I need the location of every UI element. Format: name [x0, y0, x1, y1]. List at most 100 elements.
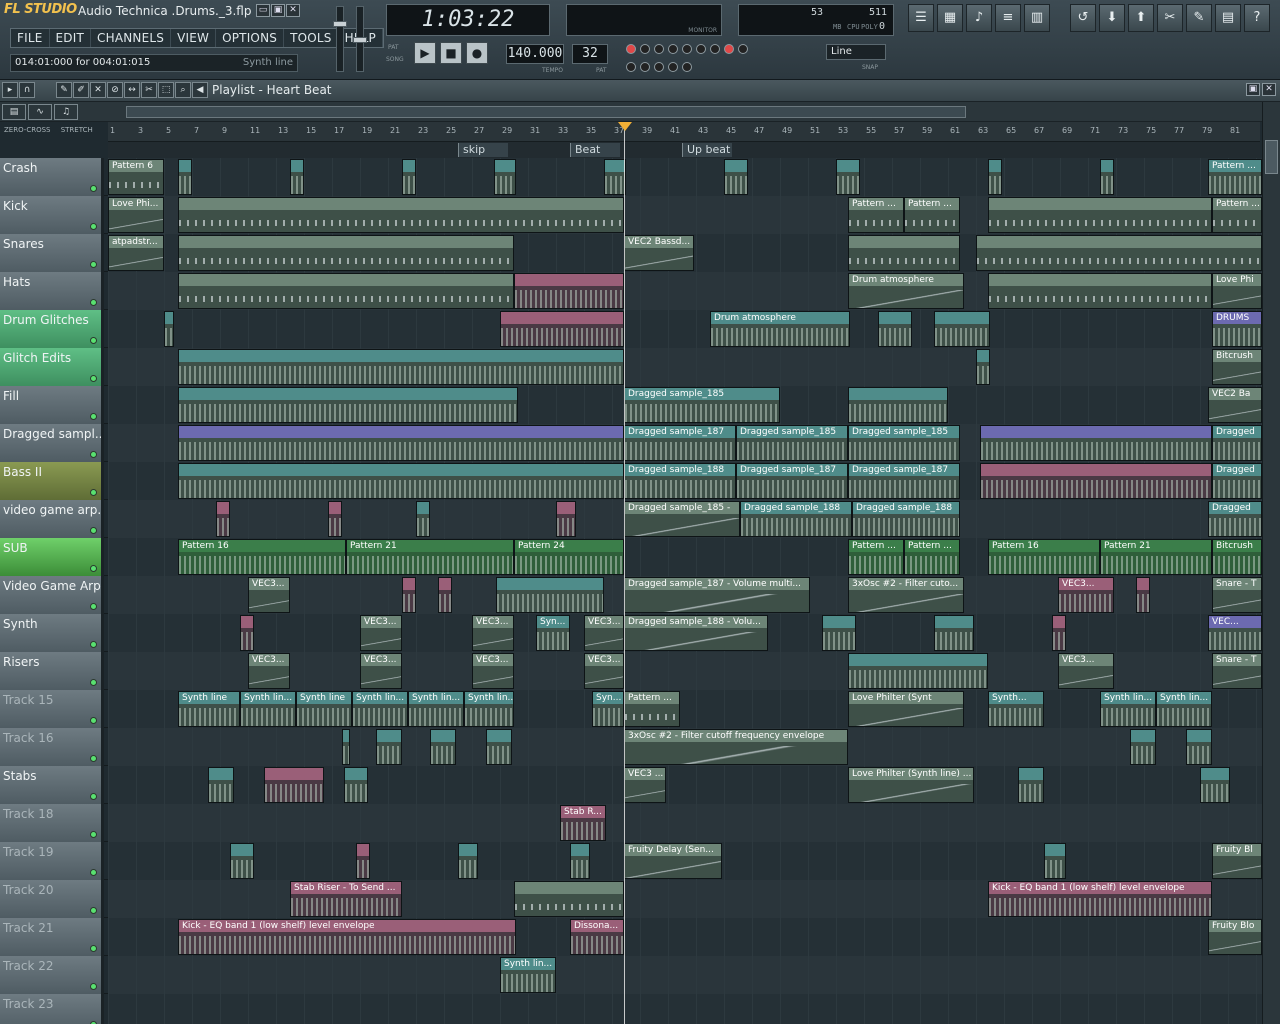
magnet-icon[interactable]: ∩ — [19, 82, 35, 98]
pattern-display[interactable]: 32 — [572, 44, 608, 64]
playlist-clip[interactable]: Kick - EQ band 1 (low shelf) level envel… — [178, 919, 516, 955]
track-mute-led[interactable] — [90, 413, 97, 420]
playlist-clip[interactable] — [216, 501, 230, 537]
timeline-ruler[interactable]: 1 3 5 7 9 11 13 15 17 19 21 23 25 27 29 31 33 35 37 39 41 43 4… — [108, 122, 1260, 142]
playlist-clip[interactable]: Fruity Delay (Sen... — [624, 843, 722, 879]
playlist-clip[interactable] — [988, 273, 1212, 309]
playlist-clip[interactable] — [980, 425, 1212, 461]
stretch-label[interactable]: STRETCH — [61, 126, 93, 134]
delete-icon[interactable]: ✕ — [90, 82, 106, 98]
step-sequencer-icon[interactable]: ▦ — [937, 4, 963, 32]
help-icon[interactable]: ? — [1244, 4, 1270, 32]
track-lane[interactable]: VEC3... Dragged sample_187 - Volume multi… — [108, 576, 1262, 614]
playlist-clip[interactable]: Dragged sample_188 — [852, 501, 960, 537]
playlist-clip[interactable]: Pattern ... — [904, 539, 960, 575]
volume-knob[interactable] — [333, 21, 347, 27]
playlist-clip[interactable] — [976, 235, 1262, 271]
playlist-clip[interactable]: Synth line — [178, 691, 240, 727]
playlist-clip[interactable] — [178, 387, 518, 423]
playlist-clip[interactable]: Synth lin... — [1156, 691, 1212, 727]
playlist-clip[interactable]: Pattern 16 — [988, 539, 1100, 575]
playlist-clip[interactable] — [458, 843, 478, 879]
punch-led[interactable] — [668, 62, 678, 72]
track-mute-led[interactable] — [90, 907, 97, 914]
playlist-clip[interactable] — [1136, 577, 1150, 613]
track-mute-led[interactable] — [90, 831, 97, 838]
playlist-horizontal-scrollbar[interactable] — [0, 102, 1280, 122]
track-lane[interactable]: Dragged sample_188 Dragged sample_187 Drag… — [108, 462, 1262, 500]
slice-icon[interactable]: ✂ — [141, 82, 157, 98]
playlist-clip[interactable] — [1186, 729, 1212, 765]
track-mute-led[interactable] — [90, 337, 97, 344]
playlist-clip[interactable]: Snare - T — [1212, 577, 1262, 613]
browser-icon[interactable]: ≡ — [995, 4, 1021, 32]
playlist-clip[interactable] — [342, 729, 350, 765]
playlist-clip[interactable]: Pattern 21 — [346, 539, 514, 575]
playlist-clip[interactable]: Dragged sample_187 — [624, 425, 736, 461]
playlist-clip[interactable] — [556, 501, 576, 537]
playlist-clip[interactable] — [514, 273, 624, 309]
pencil-icon[interactable]: ✎ — [56, 82, 72, 98]
typing-kbd-led[interactable] — [640, 44, 650, 54]
playlist-clip[interactable]: Dragged sample_185 - — [624, 501, 740, 537]
playhead-marker[interactable] — [618, 122, 632, 131]
track-mute-led[interactable] — [90, 451, 97, 458]
playlist-clip[interactable]: VEC3... — [1058, 653, 1114, 689]
playlist-clip[interactable]: VEC... — [1208, 615, 1262, 651]
track-name[interactable]: Track 18 — [0, 804, 104, 842]
track-name[interactable]: Track 20 — [0, 880, 104, 918]
select-icon[interactable]: ⬚ — [158, 82, 174, 98]
undo-icon[interactable]: ↺ — [1070, 4, 1096, 32]
playlist-clip[interactable]: Stab R... — [560, 805, 606, 841]
playlist-clip[interactable]: Stab Riser - To Send ... — [290, 881, 402, 917]
playlist-clip[interactable]: Fruity Bl — [1212, 843, 1262, 879]
playlist-clip[interactable]: atpadstr... — [108, 235, 164, 271]
track-lane[interactable]: Bitcrush — [108, 348, 1262, 386]
track-mute-led[interactable] — [90, 375, 97, 382]
track-name[interactable]: Track 16 — [0, 728, 104, 766]
playlist-clip[interactable] — [178, 463, 624, 499]
master-volume-slider[interactable] — [333, 6, 347, 72]
playlist-clip[interactable] — [178, 159, 192, 195]
track-lane[interactable]: VEC3 ... Love Philter (Synth line) ... — [108, 766, 1262, 804]
track-mute-led[interactable] — [90, 565, 97, 572]
track-name[interactable]: Dragged sampl... — [0, 424, 104, 462]
audio-mode-icon[interactable]: ∿ — [28, 104, 52, 120]
track-lane[interactable]: atpadstr... VEC2 Bassd... — [108, 234, 1262, 272]
track-lane[interactable]: Dragged sample_185 VEC2 Ba — [108, 386, 1262, 424]
track-name[interactable]: Track 15 — [0, 690, 104, 728]
playlist-clip[interactable] — [1052, 615, 1066, 651]
playlist-clip[interactable] — [486, 729, 512, 765]
track-name[interactable]: Hats — [0, 272, 104, 310]
overdub-led[interactable] — [654, 62, 664, 72]
playlist-clip[interactable] — [496, 577, 604, 613]
playlist-clip[interactable]: Dragged — [1212, 425, 1262, 461]
playlist-clip[interactable]: VEC3... — [360, 653, 402, 689]
blend-led[interactable] — [696, 44, 706, 54]
playlist-clip[interactable]: Pattern ... — [848, 539, 904, 575]
hscroll-thumb[interactable] — [126, 106, 966, 118]
playlist-clip[interactable]: Synth lin... — [464, 691, 514, 727]
step-edit-led[interactable] — [682, 44, 692, 54]
playback-icon[interactable]: ◀ — [192, 82, 208, 98]
menu-arrow-icon[interactable]: ▸ — [2, 82, 18, 98]
playlist-clip[interactable]: Dissona... — [570, 919, 624, 955]
menu-channels[interactable]: CHANNELS — [91, 29, 172, 47]
playlist-clip[interactable]: Pattern 6 — [108, 159, 164, 195]
playlist-clip[interactable]: Pattern 16 — [178, 539, 346, 575]
playlist-clip[interactable]: 3xOsc #2 - Filter cuto... — [848, 577, 964, 613]
playlist-clip[interactable]: Pattern 24 — [514, 539, 624, 575]
track-mute-led[interactable] — [90, 945, 97, 952]
playlist-clip[interactable] — [328, 501, 342, 537]
play-button[interactable]: ▶ — [414, 42, 436, 64]
track-name[interactable]: Video Game Arp — [0, 576, 104, 614]
playlist-clip[interactable] — [500, 311, 624, 347]
playlist-clip[interactable]: Synth... — [988, 691, 1044, 727]
playlist-clip[interactable]: Dragged — [1208, 501, 1262, 537]
track-lane[interactable]: Synth lin... — [108, 956, 1262, 994]
playlist-clip[interactable] — [848, 235, 960, 271]
playlist-clip[interactable]: Syn... — [536, 615, 570, 651]
track-name[interactable]: SUB — [0, 538, 104, 576]
playlist-clip[interactable]: Dragged sample_185 — [848, 425, 960, 461]
track-name[interactable]: Track 21 — [0, 918, 104, 956]
